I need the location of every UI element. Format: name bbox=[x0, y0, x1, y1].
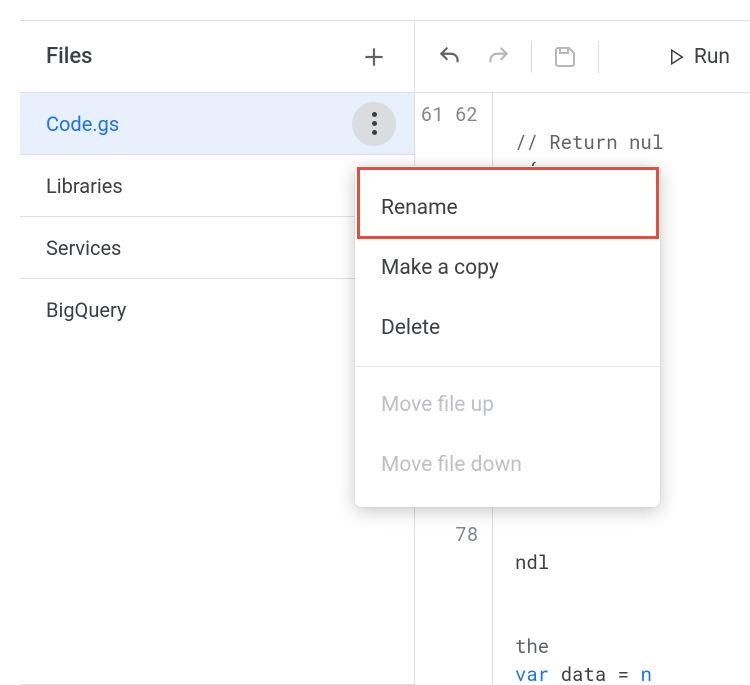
toolbar-separator bbox=[598, 41, 599, 73]
undo-button[interactable] bbox=[427, 34, 473, 80]
menu-item-move-up: Move file up bbox=[355, 375, 660, 435]
file-row-code-gs[interactable]: Code.gs bbox=[20, 93, 414, 155]
section-label: Libraries bbox=[46, 174, 123, 198]
file-more-button[interactable] bbox=[352, 102, 396, 146]
toolbar-separator bbox=[531, 41, 532, 73]
sidebar-header: Files bbox=[20, 21, 414, 93]
play-icon bbox=[668, 48, 686, 66]
menu-item-delete[interactable]: Delete bbox=[355, 298, 660, 358]
add-file-button[interactable] bbox=[354, 37, 394, 77]
service-label: BigQuery bbox=[46, 298, 126, 322]
menu-separator bbox=[355, 366, 660, 367]
menu-item-move-down: Move file down bbox=[355, 435, 660, 495]
redo-button[interactable] bbox=[475, 34, 521, 80]
sidebar-title: Files bbox=[46, 44, 92, 69]
run-button[interactable]: Run bbox=[660, 45, 738, 69]
file-name-label: Code.gs bbox=[46, 112, 119, 136]
plus-icon bbox=[361, 44, 387, 70]
redo-icon bbox=[485, 44, 511, 70]
undo-icon bbox=[437, 44, 463, 70]
section-label: Services bbox=[46, 236, 121, 260]
save-icon bbox=[553, 45, 577, 69]
file-context-menu: Rename Make a copy Delete Move file up M… bbox=[355, 166, 660, 507]
run-label: Run bbox=[694, 45, 730, 69]
more-vertical-icon bbox=[372, 112, 377, 135]
menu-item-rename[interactable]: Rename bbox=[355, 178, 660, 238]
menu-item-make-copy[interactable]: Make a copy bbox=[355, 238, 660, 298]
save-button[interactable] bbox=[542, 34, 588, 80]
editor-toolbar: Run bbox=[415, 21, 750, 93]
